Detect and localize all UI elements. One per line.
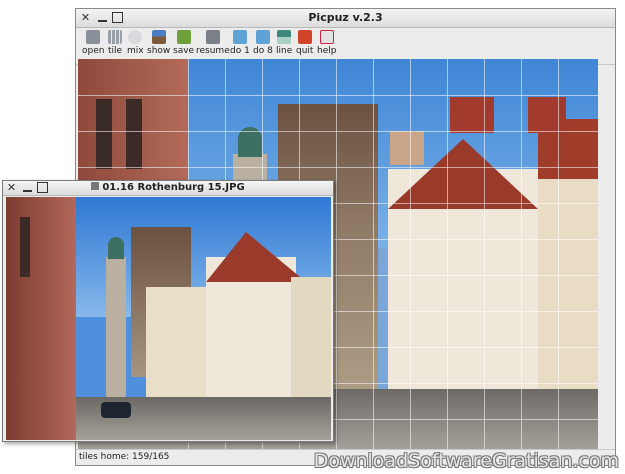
toolbar-show-button[interactable]: show xyxy=(147,30,170,56)
puzzle-window xyxy=(96,99,112,169)
tile-gridline xyxy=(78,131,598,132)
toolbar-line-button[interactable]: line xyxy=(276,30,292,56)
puzzle-window xyxy=(126,99,142,169)
toolbar-open-button[interactable]: open xyxy=(82,30,104,56)
photo-tower-dome xyxy=(108,237,124,259)
main-titlebar[interactable]: ✕ Picpuz v.2.3 xyxy=(76,9,615,28)
open-folder-icon xyxy=(86,30,101,44)
puzzle-loose-tile[interactable] xyxy=(528,97,566,133)
toolbar-do1-button[interactable]: do 1 xyxy=(230,30,250,56)
save-icon xyxy=(176,30,191,44)
do-eight-icon xyxy=(255,30,270,44)
toolbar-tile-button[interactable]: tile xyxy=(108,30,122,56)
tile-gridline xyxy=(336,59,337,452)
tile-gridline xyxy=(447,59,448,452)
watermark-text: DownloadSoftwareGratisan.com xyxy=(313,450,619,472)
tile-gridline xyxy=(484,59,485,452)
tile-gridline xyxy=(78,95,598,96)
viewer-title: 01.16 Rothenburg 15.JPG xyxy=(3,182,333,193)
quit-icon xyxy=(297,30,312,44)
toolbar-mix-button[interactable]: mix xyxy=(127,30,144,56)
tile-gridline xyxy=(373,59,374,452)
toolbar-resume-button[interactable]: resume xyxy=(196,30,230,56)
do-one-icon xyxy=(232,30,247,44)
line-icon xyxy=(277,30,292,44)
toolbar-do8-button[interactable]: do 8 xyxy=(253,30,273,56)
toolbar-save-button[interactable]: save xyxy=(173,30,194,56)
toolbar-help-button[interactable]: help xyxy=(317,30,336,56)
tile-gridline xyxy=(558,59,559,452)
photo-car xyxy=(101,402,131,418)
image-viewer-window: ✕ 01.16 Rothenburg 15.JPG xyxy=(2,180,334,442)
mix-refresh-icon xyxy=(128,30,143,44)
tile-gridline xyxy=(78,167,598,168)
tile-gridline xyxy=(521,59,522,452)
preview-photo xyxy=(6,197,331,440)
file-icon xyxy=(91,182,100,190)
photo-left-building xyxy=(6,197,76,440)
viewer-titlebar[interactable]: ✕ 01.16 Rothenburg 15.JPG xyxy=(3,181,333,196)
tile-gridline xyxy=(410,59,411,452)
puzzle-loose-tile[interactable] xyxy=(390,131,424,165)
tile-grid-icon xyxy=(108,30,123,44)
puzzle-loose-tile[interactable] xyxy=(450,97,494,133)
help-icon xyxy=(319,30,334,44)
photo-tower xyxy=(106,257,126,397)
window-title: Picpuz v.2.3 xyxy=(308,11,383,24)
photo-right-house xyxy=(291,277,331,407)
resume-icon xyxy=(205,30,220,44)
tiles-home-status: tiles home: 159/165 xyxy=(79,452,170,462)
show-image-icon xyxy=(151,30,166,44)
toolbar-quit-button[interactable]: quit xyxy=(296,30,313,56)
photo-window xyxy=(20,217,30,277)
